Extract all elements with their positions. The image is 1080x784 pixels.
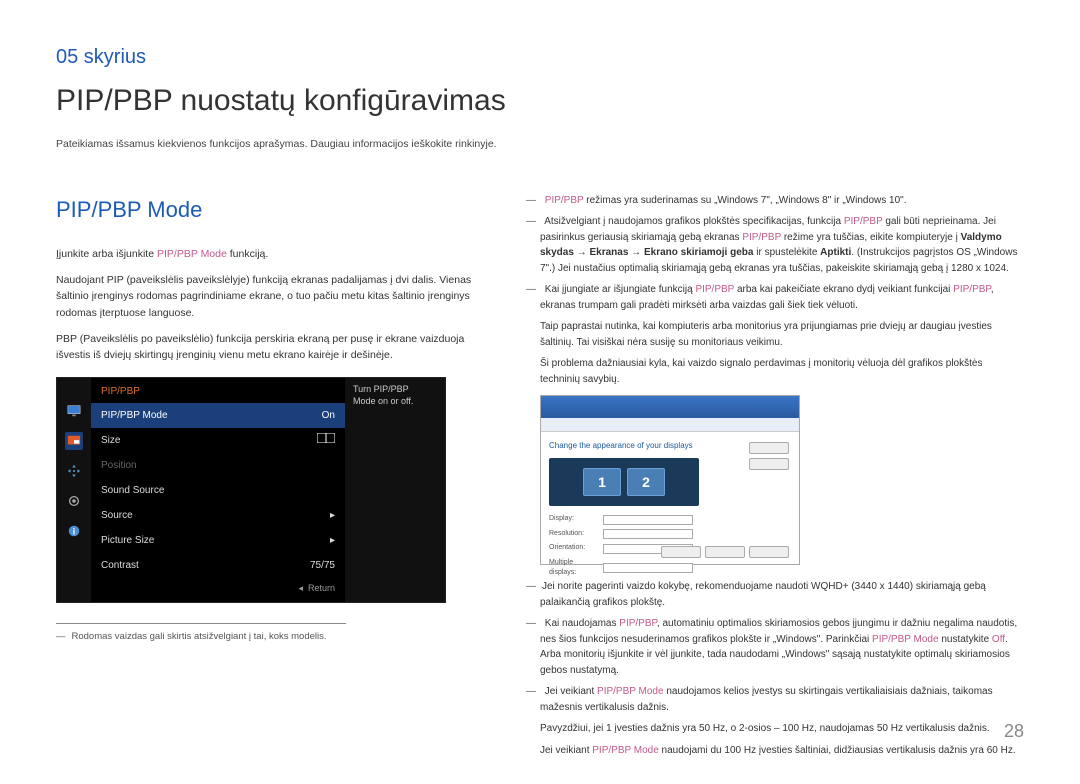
osd-row-sound: Sound Source: [91, 478, 345, 503]
left-footnote: Rodomas vaizdas gali skirtis atsižvelgia…: [56, 630, 486, 644]
osd-footer: ◂ Return: [91, 578, 345, 602]
note-5: Kai naudojamas PIP/PBP, automatiniu opti…: [526, 616, 1024, 678]
note-6-sub2: Jei veikiant PIP/PBP Mode naudojami du 1…: [526, 743, 1024, 759]
osd-header: PIP/PBP: [91, 378, 345, 403]
osd-menu: i PIP/PBP PIP/PBP ModeOn Size Position: [56, 377, 446, 603]
ok-button: [661, 546, 701, 558]
svg-text:i: i: [73, 527, 75, 537]
detect-button: [749, 442, 789, 454]
chapter-title: PIP/PBP nuostatų konfigūravimas: [56, 78, 1024, 123]
identify-button: [749, 458, 789, 470]
osd-sidebar-icons: i: [57, 378, 91, 602]
gear-icon: [65, 492, 83, 510]
apply-button: [749, 546, 789, 558]
size-split-icon: [317, 433, 335, 448]
note-3-sub2: Ši problema dažniausiai kyla, kai vaizdo…: [526, 356, 1024, 387]
osd-row-picsize: Picture Size▸: [91, 528, 345, 553]
monitor-2-icon: 2: [627, 468, 665, 496]
monitor-preview: 1 2: [549, 458, 699, 506]
osd-row-position: Position: [91, 453, 345, 478]
note-3-sub1: Taip paprastai nutinka, kai kompiuteris …: [526, 319, 1024, 350]
note-6-sub1: Pavyzdžiui, jei 1 įvesties dažnis yra 50…: [526, 721, 1024, 737]
win-titlebar: [541, 396, 799, 418]
intro-para-2: Naudojant PIP (paveikslėlis paveikslėlyj…: [56, 272, 486, 321]
osd-row-contrast: Contrast75/75: [91, 553, 345, 578]
note-1: PIP/PBP režimas yra suderinamas su „Wind…: [526, 193, 1024, 209]
note-3: Kai įjungiate ar išjungiate funkciją PIP…: [526, 282, 1024, 313]
note-6: Jei veikiant PIP/PBP Mode naudojamos kel…: [526, 684, 1024, 715]
note-2: Atsižvelgiant į naudojamos grafikos plok…: [526, 214, 1024, 276]
info-icon: i: [65, 522, 83, 540]
osd-tip: Turn PIP/PBP Mode on or off.: [345, 378, 445, 602]
intro-para-1: Įjunkite arba išjunkite PIP/PBP Mode fun…: [56, 246, 486, 262]
windows-screenshot: Change the appearance of your displays 1…: [540, 395, 800, 565]
pip-icon: [65, 432, 83, 450]
osd-row-source: Source▸: [91, 503, 345, 528]
osd-row-size: Size: [91, 428, 345, 453]
footnote-rule: [56, 623, 346, 624]
chapter-label: 05 skyrius: [56, 42, 1024, 72]
monitor-icon: [65, 402, 83, 420]
move-icon: [65, 462, 83, 480]
osd-row-mode: PIP/PBP ModeOn: [91, 403, 345, 428]
section-title: PIP/PBP Mode: [56, 193, 486, 226]
intro-para-3: PBP (Paveikslėlis po paveikslėlio) funkc…: [56, 331, 486, 364]
cancel-button: [705, 546, 745, 558]
chapter-desc: Pateikiamas išsamus kiekvienos funkcijos…: [56, 137, 1024, 153]
page-number: 28: [1004, 718, 1024, 745]
note-4: Jei norite pagerinti vaizdo kokybę, reko…: [526, 579, 1024, 610]
win-toolbar: [541, 418, 799, 432]
monitor-1-icon: 1: [583, 468, 621, 496]
